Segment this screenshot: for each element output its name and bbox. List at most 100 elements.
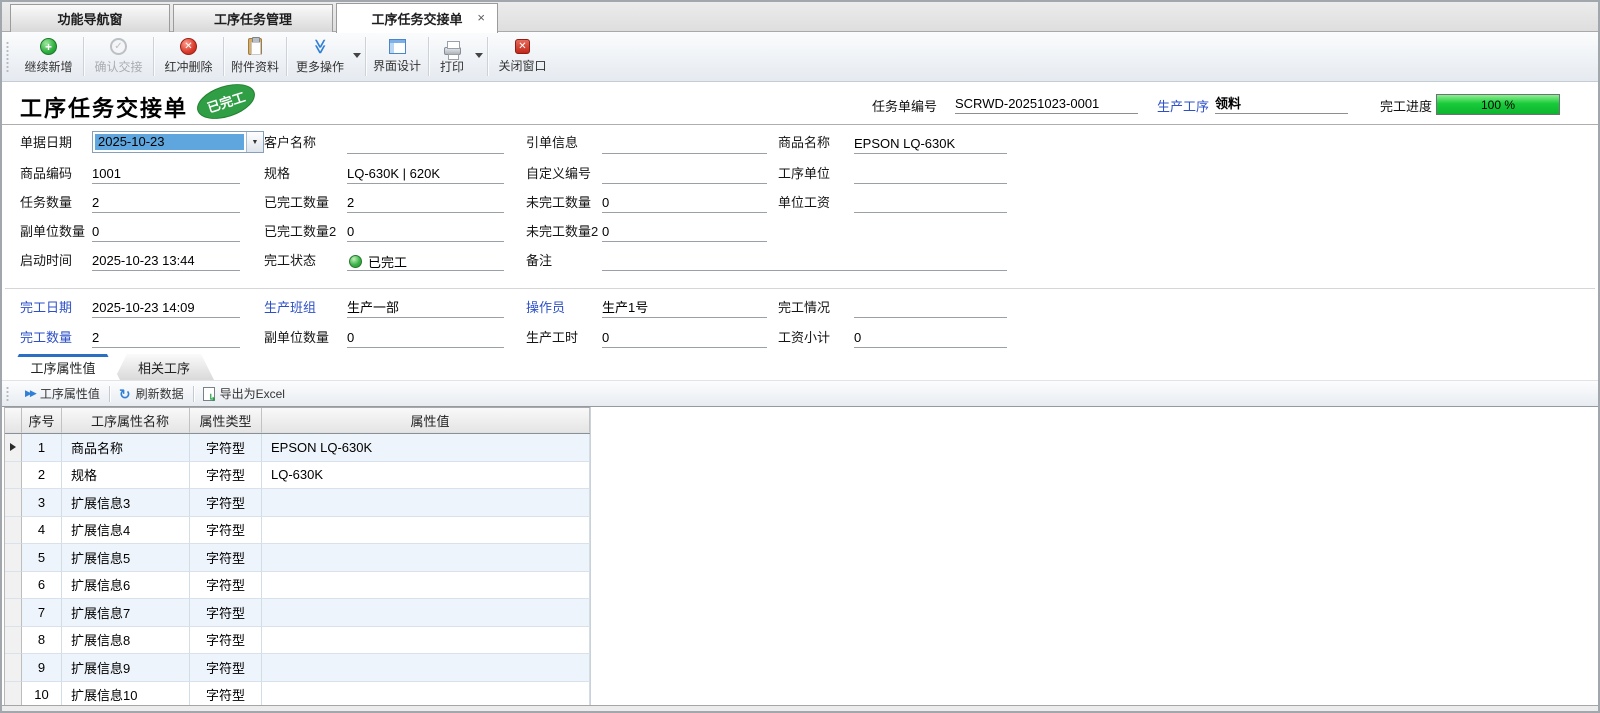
product-name-field[interactable]: EPSON LQ-630K [854,134,1007,154]
product-code-field[interactable]: 1001 [92,164,240,184]
table-row[interactable]: 5 扩展信息5 字符型 [5,544,590,572]
undone-qty2-field[interactable]: 0 [602,222,767,242]
table-row[interactable]: 4 扩展信息4 字符型 [5,517,590,545]
cell-type[interactable]: 字符型 [190,517,262,545]
start-time-field[interactable]: 2025-10-23 13:44 [92,251,240,271]
red-delete-button[interactable]: ✕ 红冲删除 [154,32,223,81]
ui-design-button[interactable]: 界面设计 [366,32,428,81]
cell-type[interactable]: 字符型 [190,654,262,682]
cell-type[interactable]: 字符型 [190,572,262,600]
cell-value[interactable] [262,489,590,517]
cell-name[interactable]: 扩展信息9 [62,654,190,682]
cell-name[interactable]: 规格 [62,462,190,490]
cell-no[interactable]: 9 [22,654,62,682]
table-row[interactable]: 9 扩展信息9 字符型 [5,654,590,682]
cell-no[interactable]: 1 [22,434,62,462]
unit-wage-field[interactable] [854,193,1007,213]
task-no-value[interactable]: SCRWD-20251023-0001 [955,94,1138,114]
cell-type[interactable]: 字符型 [190,462,262,490]
cell-value[interactable]: LQ-630K [262,462,590,490]
cell-no[interactable]: 5 [22,544,62,572]
spec-field[interactable]: LQ-630K | 620K [347,164,504,184]
cell-no[interactable]: 3 [22,489,62,517]
print-button[interactable]: 打印 [429,32,487,81]
doc-date-combobox[interactable]: 2025-10-23 ▼ [92,131,264,153]
cell-type[interactable]: 字符型 [190,489,262,517]
table-row[interactable]: 3 扩展信息3 字符型 [5,489,590,517]
finish-date-field[interactable]: 2025-10-23 14:09 [92,298,240,318]
task-qty-field[interactable]: 2 [92,193,240,213]
finish-info-field[interactable] [854,298,1007,318]
close-window-button[interactable]: ✕ 关闭窗口 [488,32,557,81]
cell-no[interactable]: 2 [22,462,62,490]
cell-no[interactable]: 8 [22,627,62,655]
cell-value[interactable]: EPSON LQ-630K [262,434,590,462]
dropdown-arrow-icon[interactable] [475,53,483,58]
remark-field[interactable] [602,251,1007,271]
done-qty2-field[interactable]: 0 [347,222,504,242]
cell-value[interactable] [262,544,590,572]
finish-qty-field[interactable]: 2 [92,328,240,348]
cell-value[interactable] [262,599,590,627]
work-hours-field[interactable]: 0 [602,328,767,348]
cell-value[interactable] [262,654,590,682]
cell-name[interactable]: 商品名称 [62,434,190,462]
cell-no[interactable]: 6 [22,572,62,600]
cell-name[interactable]: 扩展信息7 [62,599,190,627]
col-header-no[interactable]: 序号 [22,408,62,433]
cell-name[interactable]: 扩展信息3 [62,489,190,517]
cell-type[interactable]: 字符型 [190,599,262,627]
cell-no[interactable]: 4 [22,517,62,545]
dropdown-arrow-icon[interactable] [353,53,361,58]
ref-info-field[interactable] [602,134,767,154]
table-row[interactable]: 2 规格 字符型 LQ-630K [5,462,590,490]
continue-add-button[interactable]: + 继续新增 [14,32,83,81]
col-header-value[interactable]: 属性值 [262,408,590,433]
tab-related-processes[interactable]: 相关工序 [114,354,214,380]
cell-type[interactable]: 字符型 [190,434,262,462]
table-row[interactable]: 8 扩展信息8 字符型 [5,627,590,655]
refresh-data-button[interactable]: ↻ 刷新数据 [110,381,193,406]
process-link[interactable]: 生产工序 [1157,96,1209,115]
cell-name[interactable]: 扩展信息6 [62,572,190,600]
table-row[interactable]: 6 扩展信息6 字符型 [5,572,590,600]
cell-type[interactable]: 字符型 [190,544,262,572]
finish-qty-label[interactable]: 完工数量 [20,328,72,348]
cell-name[interactable]: 扩展信息8 [62,627,190,655]
cell-value[interactable] [262,627,590,655]
finish-date-label[interactable]: 完工日期 [20,298,72,318]
tab-task-handover[interactable]: 工序任务交接单 × [336,3,498,33]
more-actions-button[interactable]: ≫ 更多操作 [287,32,365,81]
close-tab-icon[interactable]: × [477,11,485,25]
sub-qty2-field[interactable]: 0 [347,328,504,348]
cell-name[interactable]: 扩展信息4 [62,517,190,545]
process-unit-field[interactable] [854,164,1007,184]
chevron-down-icon[interactable]: ▼ [246,132,263,152]
undone-qty-field[interactable]: 0 [602,193,767,213]
cell-name[interactable]: 扩展信息5 [62,544,190,572]
team-label[interactable]: 生产班组 [264,298,316,318]
team-field[interactable]: 生产一部 [347,298,504,318]
process-attributes-button[interactable]: ▶▶ 工序属性值 [16,381,109,406]
attachments-button[interactable]: 附件资料 [224,32,286,81]
custom-no-field[interactable] [602,164,767,184]
tab-task-management[interactable]: 工序任务管理 [173,4,333,32]
table-row[interactable]: 1 商品名称 字符型 EPSON LQ-630K [5,434,590,462]
cell-no[interactable]: 7 [22,599,62,627]
col-header-name[interactable]: 工序属性名称 [62,408,190,433]
export-excel-button[interactable]: 导出为Excel [194,381,294,406]
cell-value[interactable] [262,517,590,545]
operator-field[interactable]: 生产1号 [602,298,767,318]
cell-type[interactable]: 字符型 [190,627,262,655]
tab-function-nav[interactable]: 功能导航窗 [10,4,170,32]
cell-value[interactable] [262,572,590,600]
table-row[interactable]: 7 扩展信息7 字符型 [5,599,590,627]
process-value[interactable]: 领料 [1215,94,1348,114]
done-qty-field[interactable]: 2 [347,193,504,213]
tab-process-attributes[interactable]: 工序属性值 [6,354,120,380]
sub-qty-field[interactable]: 0 [92,222,240,242]
wage-subtotal-field[interactable]: 0 [854,328,1007,348]
operator-label[interactable]: 操作员 [526,298,565,318]
col-header-type[interactable]: 属性类型 [190,408,262,433]
customer-field[interactable] [347,134,504,154]
